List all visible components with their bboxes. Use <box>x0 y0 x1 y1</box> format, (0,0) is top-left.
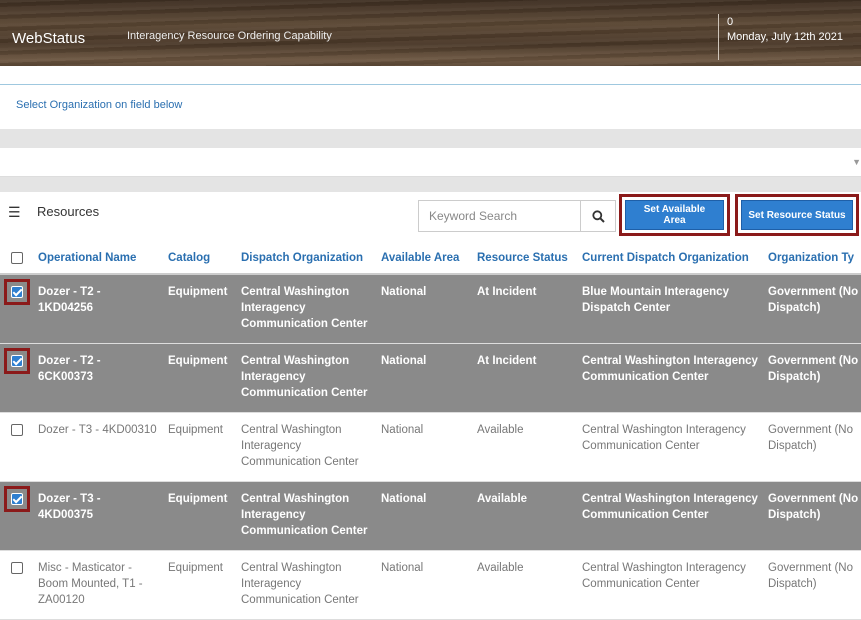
cell-resource-status: Available <box>477 424 524 436</box>
cell-operational-name[interactable]: Dozer - T3 - 4KD00375 <box>38 491 158 523</box>
resources-title: Resources <box>37 204 100 219</box>
row-checkbox[interactable] <box>11 424 23 436</box>
cell-dispatch-organization: Central Washington Interagency Communica… <box>241 424 359 468</box>
column-header-available-area[interactable]: Available Area <box>381 252 459 264</box>
cell-organization-type: Government (No Dispatch) <box>768 424 854 452</box>
table-row[interactable]: Misc - Masticator - Boom Mounted, T1 - Z… <box>0 551 861 620</box>
cell-dispatch-organization: Central Washington Interagency Communica… <box>241 286 368 330</box>
search-icon <box>591 209 605 223</box>
cell-catalog: Equipment <box>168 562 223 574</box>
cell-resource-status: At Incident <box>477 355 537 367</box>
search-button[interactable] <box>580 200 616 232</box>
cell-available-area: National <box>381 286 427 298</box>
divider-strip-lower <box>0 177 861 192</box>
hamburger-menu-icon[interactable]: ☰ <box>8 204 21 221</box>
table-row[interactable]: Dozer - T3 - 4KD00310 Equipment Central Wa… <box>0 413 861 482</box>
cell-current-dispatch-organization: Central Washington Interagency Communica… <box>582 355 758 383</box>
table-row[interactable]: Dozer - T3 - 4KD00375 Equipment Central Wa… <box>0 482 861 551</box>
row-checkbox[interactable] <box>11 286 23 298</box>
row-checkbox[interactable] <box>11 493 23 505</box>
cell-current-dispatch-organization: Central Washington Interagency Communica… <box>582 493 758 521</box>
column-header-current-dispatch-organization[interactable]: Current Dispatch Organization <box>582 252 749 264</box>
column-header-operational-name[interactable]: Operational Name <box>38 252 136 264</box>
cell-available-area: National <box>381 355 427 367</box>
cell-available-area: National <box>381 562 424 574</box>
row-checkbox[interactable] <box>11 355 23 367</box>
app-title[interactable]: WebStatus <box>12 30 85 47</box>
organization-section: Select Organization on field below <box>0 84 861 130</box>
cell-resource-status: Available <box>477 493 528 505</box>
cell-organization-type: Government (No Dispatch) <box>768 286 859 314</box>
cell-organization-type: Government (No Dispatch) <box>768 355 859 383</box>
cell-current-dispatch-organization: Blue Mountain Interagency Dispatch Cente… <box>582 286 729 314</box>
cell-catalog: Equipment <box>168 493 228 505</box>
app-subtitle: Interagency Resource Ordering Capability <box>127 30 332 42</box>
cell-current-dispatch-organization: Central Washington Interagency Communica… <box>582 424 746 452</box>
column-header-dispatch-organization[interactable]: Dispatch Organization <box>241 252 363 264</box>
cell-operational-name[interactable]: Dozer - T2 - 6CK00373 <box>38 353 158 385</box>
cell-available-area: National <box>381 493 427 505</box>
notification-count[interactable]: 0 <box>727 16 733 28</box>
table-header: Operational Name Catalog Dispatch Organi… <box>0 243 861 275</box>
table-row[interactable]: Dozer - T2 - 1KD04256 Equipment Central Wa… <box>0 275 861 344</box>
column-header-catalog[interactable]: Catalog <box>168 252 210 264</box>
cell-organization-type: Government (No Dispatch) <box>768 562 854 590</box>
cell-organization-type: Government (No Dispatch) <box>768 493 859 521</box>
cell-available-area: National <box>381 424 424 436</box>
column-header-resource-status[interactable]: Resource Status <box>477 252 568 264</box>
cell-dispatch-organization: Central Washington Interagency Communica… <box>241 562 359 606</box>
row-checkbox[interactable] <box>11 562 23 574</box>
cell-catalog: Equipment <box>168 286 228 298</box>
cell-operational-name[interactable]: Dozer - T3 - 4KD00310 <box>38 422 158 438</box>
cell-catalog: Equipment <box>168 355 228 367</box>
organization-label: Select Organization on field below <box>16 99 183 111</box>
keyword-search-input[interactable] <box>418 200 580 232</box>
select-all-checkbox[interactable] <box>11 252 23 264</box>
current-date: Monday, July 12th 2021 <box>727 31 843 43</box>
chevron-down-icon[interactable]: ▼ <box>852 157 861 167</box>
cell-dispatch-organization: Central Washington Interagency Communica… <box>241 355 368 399</box>
divider-strip <box>0 129 861 148</box>
header-divider <box>718 14 719 60</box>
cell-operational-name[interactable]: Misc - Masticator - Boom Mounted, T1 - Z… <box>38 560 158 608</box>
organization-select[interactable]: ▼ <box>0 148 861 177</box>
table-row[interactable]: Dozer - T2 - 6CK00373 Equipment Central Wa… <box>0 344 861 413</box>
app-header: WebStatus Interagency Resource Ordering … <box>0 0 861 80</box>
cell-catalog: Equipment <box>168 424 223 436</box>
cell-current-dispatch-organization: Central Washington Interagency Communica… <box>582 562 746 590</box>
cell-resource-status: Available <box>477 562 524 574</box>
cell-resource-status: At Incident <box>477 286 537 298</box>
column-header-organization-type[interactable]: Organization Ty <box>768 252 854 264</box>
set-resource-status-button[interactable]: Set Resource Status <box>741 200 853 230</box>
cell-operational-name[interactable]: Dozer - T2 - 1KD04256 <box>38 284 158 316</box>
set-available-area-button[interactable]: Set Available Area <box>625 200 724 230</box>
cell-dispatch-organization: Central Washington Interagency Communica… <box>241 493 368 537</box>
